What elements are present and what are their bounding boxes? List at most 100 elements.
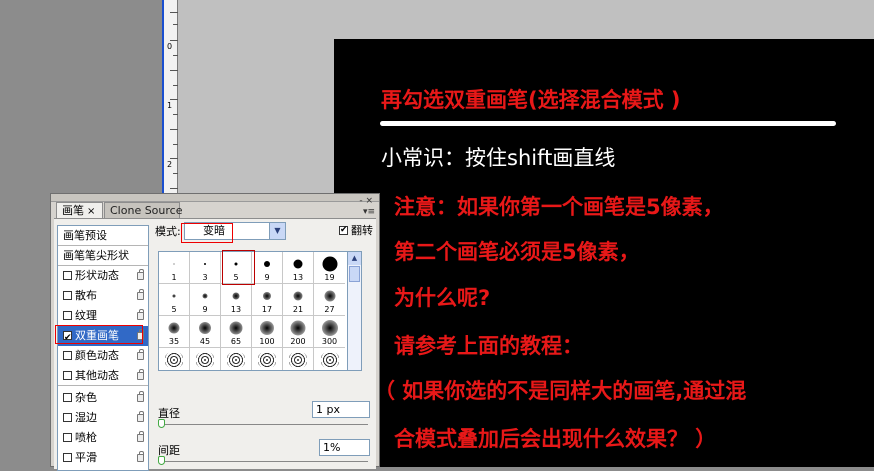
lock-icon[interactable]: [137, 411, 144, 422]
diameter-slider-thumb[interactable]: [158, 419, 165, 428]
brush-tip[interactable]: 19: [314, 252, 345, 284]
brush-tip[interactable]: 3: [190, 252, 221, 284]
brush-tip[interactable]: 17: [252, 284, 283, 316]
note-line-3: 注意：如果你第一个画笔是5像素，: [394, 195, 724, 219]
spacing-input[interactable]: 1%: [319, 439, 370, 456]
brush-tip-dot: [204, 263, 206, 265]
brush-tip[interactable]: 13: [283, 252, 314, 284]
list-item-texture[interactable]: 纹理: [58, 306, 148, 326]
brush-tip[interactable]: 35: [159, 316, 190, 348]
checkbox[interactable]: [63, 371, 72, 380]
checkbox[interactable]: [63, 311, 72, 320]
lock-icon[interactable]: [137, 269, 144, 280]
brush-tip[interactable]: 27: [221, 348, 252, 370]
checkbox[interactable]: [63, 291, 72, 300]
brush-tip-dot: [293, 291, 303, 301]
brush-tip[interactable]: 14: [159, 348, 190, 370]
panel-title-bar[interactable]: [51, 194, 379, 202]
checkbox[interactable]: [63, 433, 72, 442]
brush-tip-dot: [202, 293, 208, 299]
list-item-other-dynamics[interactable]: 其他动态: [58, 366, 148, 386]
brush-tip-dot: [232, 292, 240, 300]
brush-tip[interactable]: 300: [314, 316, 345, 348]
brush-tip[interactable]: 21: [283, 284, 314, 316]
brush-tip[interactable]: 46: [283, 348, 314, 370]
lock-icon[interactable]: [137, 349, 144, 360]
brush-options-list: 画笔预设 画笔笔尖形状 形状动态 散布 纹理 双重画笔 颜色动态 其他动态 杂色…: [57, 225, 149, 471]
brush-tip[interactable]: 24: [190, 348, 221, 370]
brush-tip-scatter: [165, 352, 183, 368]
lock-icon[interactable]: [137, 289, 144, 300]
lock-icon[interactable]: [137, 391, 144, 402]
list-item-noise[interactable]: 杂色: [58, 388, 148, 408]
lock-icon[interactable]: [137, 369, 144, 380]
brush-tip[interactable]: 27: [314, 284, 345, 316]
list-item-scattering[interactable]: 散布: [58, 286, 148, 306]
brush-tip[interactable]: 200: [283, 316, 314, 348]
checkbox[interactable]: [63, 271, 72, 280]
note-line-1: 再勾选双重画笔(选择混合模式 ): [381, 88, 681, 112]
brush-tip-dot: [173, 263, 175, 265]
chevron-down-icon[interactable]: ▼: [269, 223, 285, 239]
ruler-mark-1: 1: [167, 101, 173, 110]
tab-brushes[interactable]: 画笔 ×: [56, 202, 103, 218]
diameter-slider-track[interactable]: [162, 424, 368, 425]
brush-tip[interactable]: 5: [159, 284, 190, 316]
flip-label: 翻转: [351, 224, 373, 237]
brush-tip-dot: [293, 259, 303, 269]
list-item-brush-presets[interactable]: 画笔预设: [58, 226, 148, 246]
brush-tip-dot: [229, 321, 243, 335]
checkbox[interactable]: [63, 413, 72, 422]
brush-tip[interactable]: 39: [252, 348, 283, 370]
brush-tip[interactable]: 13: [221, 284, 252, 316]
list-item-shape-dynamics[interactable]: 形状动态: [58, 266, 148, 286]
brush-tip[interactable]: 45: [190, 316, 221, 348]
diameter-input[interactable]: 1 px: [312, 401, 370, 418]
brush-tip-dot: [263, 292, 271, 300]
checkbox[interactable]: [63, 453, 72, 462]
lock-icon[interactable]: [137, 309, 144, 320]
scroll-thumb[interactable]: [349, 266, 360, 282]
scroll-up-icon[interactable]: ▲: [348, 252, 361, 265]
checkbox[interactable]: [63, 393, 72, 402]
brush-tip[interactable]: 1: [159, 252, 190, 284]
tab-clone-source[interactable]: Clone Source: [104, 202, 183, 218]
lock-icon[interactable]: [137, 431, 144, 442]
brush-tip-dot: [260, 321, 274, 335]
brush-tip-dot: [199, 322, 211, 334]
list-item-smoothing[interactable]: 平滑: [58, 448, 148, 468]
close-icon[interactable]: ×: [87, 206, 95, 217]
brush-tip-dot: [264, 261, 270, 267]
list-item-brush-tip-shape[interactable]: 画笔笔尖形状: [58, 246, 148, 266]
flip-checkbox[interactable]: [339, 223, 348, 237]
brush-tip-scatter: [258, 352, 276, 368]
brush-tip[interactable]: 100: [252, 316, 283, 348]
list-item-color-dynamics[interactable]: 颜色动态: [58, 346, 148, 366]
panel-window-controls[interactable]: - ×: [359, 196, 373, 206]
flip-toggle[interactable]: 翻转: [339, 223, 373, 238]
panel-menu-icon[interactable]: ▾≡: [363, 207, 375, 217]
checkbox[interactable]: [63, 351, 72, 360]
ruler-mark-0: 0: [167, 42, 173, 51]
note-line-2: 小常识：按住shift画直线: [381, 146, 616, 170]
tab-brushes-label: 画笔: [62, 204, 84, 217]
highlight-brush-5: [222, 250, 255, 285]
brush-tip-dot: [321, 320, 338, 336]
lock-icon[interactable]: [137, 451, 144, 462]
brush-tip-dot: [168, 322, 180, 334]
brush-grid-scrollbar[interactable]: ▲: [348, 251, 362, 371]
highlight-mode: [181, 223, 233, 243]
brush-tip-dot: [290, 320, 306, 336]
brush-tip[interactable]: 65: [221, 316, 252, 348]
tab-clone-source-label: Clone Source: [110, 204, 183, 217]
note-line-4: 第二个画笔必须是5像素，: [394, 240, 640, 264]
brush-tip[interactable]: 9: [190, 284, 221, 316]
list-item-wet-edges[interactable]: 湿边: [58, 408, 148, 428]
brush-tip[interactable]: 9: [252, 252, 283, 284]
brush-tip[interactable]: 59: [314, 348, 345, 370]
list-item-airbrush[interactable]: 喷枪: [58, 428, 148, 448]
brush-tip-scatter: [227, 352, 245, 368]
spacing-slider-track[interactable]: [162, 461, 368, 462]
brush-tip-dot: [172, 294, 176, 298]
spacing-slider-thumb[interactable]: [158, 456, 165, 465]
